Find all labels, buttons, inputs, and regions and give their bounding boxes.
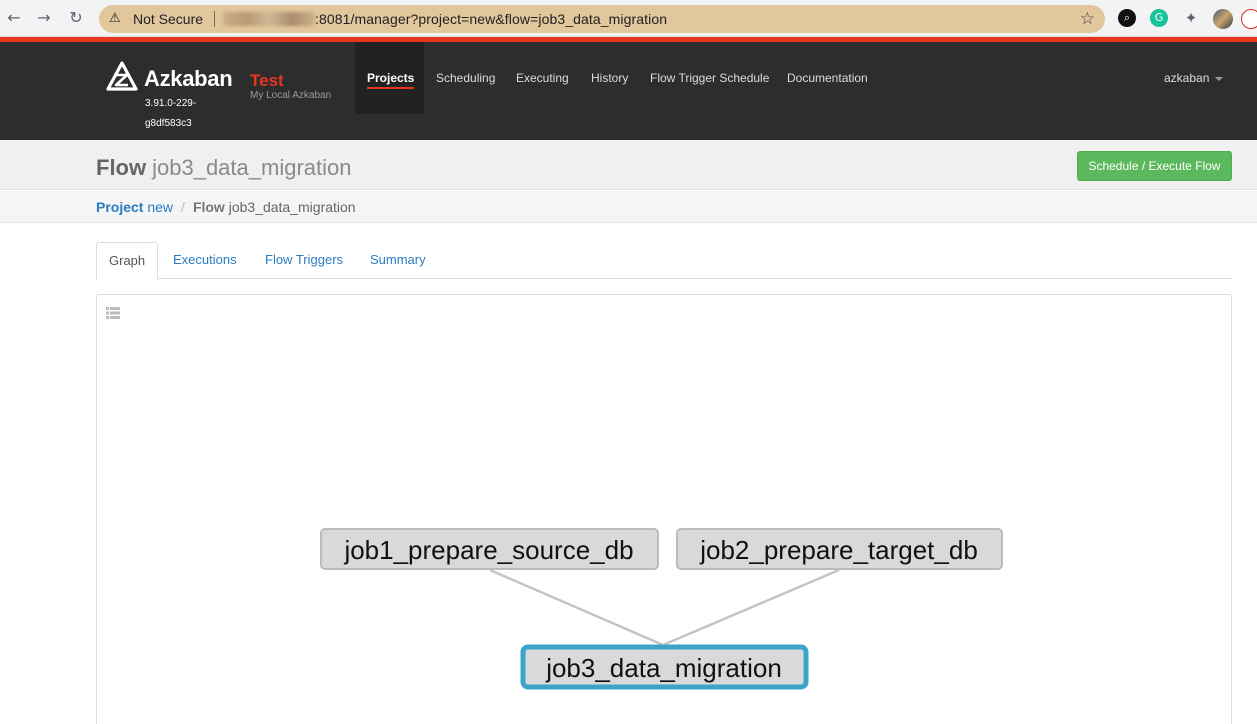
nav-history[interactable]: History <box>591 71 628 85</box>
breadcrumb: Project new / Flow job3_data_migration <box>96 199 356 215</box>
arrow-right-icon[interactable]: → <box>34 8 54 28</box>
warning-icon[interactable]: ⚠ <box>109 11 121 26</box>
version-text: 3.91.0-229-g8df583c3 <box>145 98 197 129</box>
tab-executions[interactable]: Executions <box>161 242 249 279</box>
environment-name: Test <box>250 71 284 90</box>
flow-tabs: Graph Executions Flow Triggers Summary <box>96 242 1232 280</box>
nav-executing[interactable]: Executing <box>516 71 569 85</box>
tab-flow-triggers[interactable]: Flow Triggers <box>253 242 355 279</box>
breadcrumb-bar: Project new / Flow job3_data_migration <box>0 191 1257 223</box>
tab-summary[interactable]: Summary <box>358 242 438 279</box>
graph-node-label: job3_data_migration <box>545 653 782 683</box>
grammarly-extension-icon[interactable]: G <box>1150 9 1168 27</box>
extension-search-icon[interactable]: ⌕ <box>1118 9 1136 27</box>
arrow-left-icon[interactable]: ← <box>4 8 24 28</box>
graph-edge <box>662 568 840 647</box>
page-title-kind: Flow <box>96 155 147 180</box>
redacted-host <box>223 12 315 26</box>
security-label[interactable]: Not Secure <box>133 11 203 27</box>
address-bar[interactable]: ⚠ Not Secure :8081/manager?project=new&f… <box>99 5 1105 33</box>
page-title-name: job3_data_migration <box>152 155 352 180</box>
breadcrumb-project-kind: Project <box>96 199 144 215</box>
breadcrumb-flow: Flow job3_data_migration <box>193 199 356 215</box>
environment-subtitle: My Local Azkaban <box>250 90 332 101</box>
star-icon[interactable]: ☆ <box>1080 9 1095 29</box>
reload-icon[interactable]: ↻ <box>66 8 86 28</box>
puzzle-extensions-icon[interactable]: ✦ <box>1182 9 1200 27</box>
graph-edge <box>489 568 664 647</box>
url-text[interactable]: :8081/manager?project=new&flow=job3_data… <box>315 11 667 27</box>
graph-node-job3[interactable]: job3_data_migration <box>520 644 809 690</box>
brand-name[interactable]: Azkaban <box>144 66 233 92</box>
profile-avatar-icon[interactable] <box>1213 9 1233 29</box>
graph-node-label: job2_prepare_target_db <box>699 535 978 565</box>
browser-toolbar: ← → ↻ ⚠ Not Secure :8081/manager?project… <box>0 0 1257 37</box>
profile-badge-icon[interactable] <box>1241 9 1257 29</box>
breadcrumb-project-link[interactable]: Project new <box>96 199 173 215</box>
top-navbar: Azkaban 3.91.0-229-g8df583c3 Test My Loc… <box>0 42 1257 140</box>
nav-projects[interactable]: Projects <box>367 71 415 89</box>
schedule-execute-flow-button[interactable]: Schedule / Execute Flow <box>1077 151 1232 181</box>
page-header: Flow job3_data_migration Schedule / Execu… <box>0 140 1257 190</box>
address-divider <box>214 11 215 27</box>
breadcrumb-separator: / <box>181 199 185 215</box>
graph-panel[interactable]: job1_prepare_source_db job2_prepare_targ… <box>96 294 1232 724</box>
tab-graph[interactable]: Graph <box>96 242 159 280</box>
nav-documentation[interactable]: Documentation <box>787 71 868 85</box>
nav-scheduling[interactable]: Scheduling <box>436 71 495 85</box>
graph-node-job1[interactable]: job1_prepare_source_db <box>320 528 659 570</box>
caret-down-icon <box>1215 76 1224 81</box>
nav-flow-trigger-schedule[interactable]: Flow Trigger Schedule <box>650 71 769 85</box>
flow-graph[interactable]: job1_prepare_source_db job2_prepare_targ… <box>97 295 1233 724</box>
breadcrumb-flow-kind: Flow <box>192 199 225 215</box>
user-name: azkaban <box>1164 71 1210 85</box>
breadcrumb-project-name: new <box>147 199 174 215</box>
page-title: Flow job3_data_migration <box>96 155 351 181</box>
user-menu[interactable]: azkaban <box>1164 71 1224 85</box>
graph-node-label: job1_prepare_source_db <box>343 535 633 565</box>
graph-node-job2[interactable]: job2_prepare_target_db <box>676 528 1003 570</box>
azkaban-logo-icon[interactable] <box>106 61 138 91</box>
breadcrumb-flow-name: job3_data_migration <box>228 199 356 215</box>
